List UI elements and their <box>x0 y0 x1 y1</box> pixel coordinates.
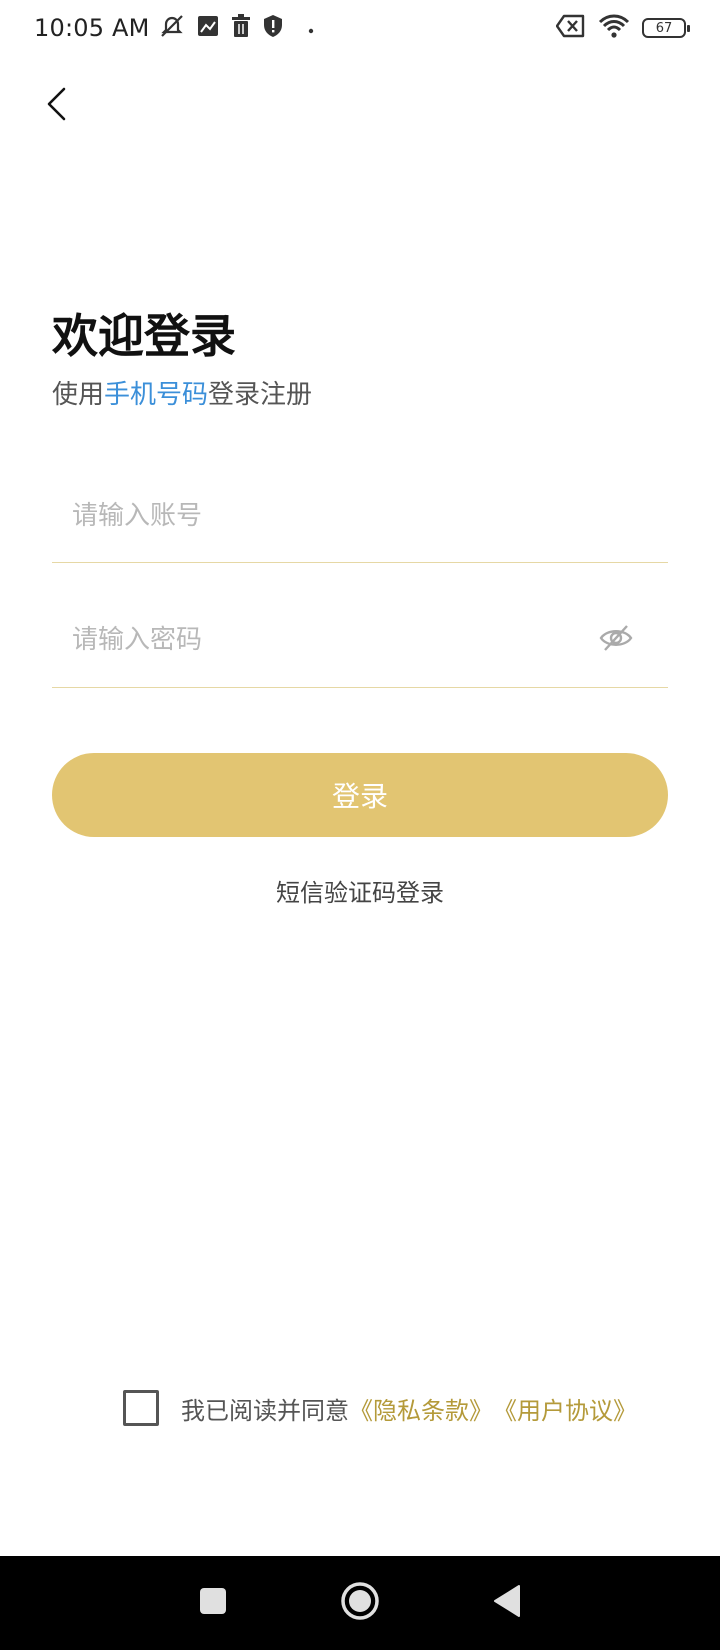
battery-icon: 67 <box>642 18 690 38</box>
subtitle-suffix: 登录注册 <box>208 380 313 410</box>
account-input[interactable] <box>52 470 668 562</box>
trash-icon <box>230 14 252 42</box>
password-visibility-toggle[interactable] <box>592 616 640 664</box>
home-circle-icon <box>339 1580 381 1626</box>
privacy-terms-link[interactable]: 《隐私条款》 <box>349 1391 493 1426</box>
agreement-text: 我已阅读并同意 <box>181 1396 349 1425</box>
recents-button[interactable] <box>183 1573 243 1633</box>
page-title: 欢迎登录 <box>52 309 236 363</box>
dot-icon <box>308 19 314 38</box>
page-subtitle: 使用手机号码登录注册 <box>52 374 312 411</box>
mute-icon <box>158 12 186 44</box>
back-nav-button[interactable] <box>477 1573 537 1633</box>
system-nav-bar <box>0 1556 720 1650</box>
agreement-row: 我已阅读并同意 《隐私条款》 《用户协议》 <box>123 1390 637 1426</box>
photo-icon <box>196 14 220 42</box>
eye-off-icon <box>599 623 633 657</box>
status-right-icons: 67 <box>555 13 690 43</box>
subtitle-prefix: 使用 <box>52 380 105 410</box>
status-time: 10:05 AM <box>34 14 150 42</box>
subtitle-accent: 手机号码 <box>104 380 209 410</box>
status-bar: 10:05 AM 67 <box>0 0 720 56</box>
battery-level: 67 <box>655 20 673 36</box>
triangle-back-icon <box>492 1584 522 1622</box>
square-icon <box>198 1586 228 1620</box>
login-button[interactable]: 登录 <box>52 753 668 837</box>
shield-icon <box>262 14 284 42</box>
wifi-icon <box>598 13 630 43</box>
chevron-left-icon <box>44 86 68 126</box>
status-left-icons <box>158 12 314 44</box>
password-field-row <box>52 592 668 688</box>
sms-login-link[interactable]: 短信验证码登录 <box>0 873 720 908</box>
password-input[interactable] <box>52 592 592 687</box>
user-agreement-link[interactable]: 《用户协议》 <box>493 1391 637 1426</box>
back-button[interactable] <box>36 82 76 130</box>
account-field-row <box>52 470 668 563</box>
sim-error-icon <box>555 14 586 42</box>
agreement-checkbox[interactable] <box>123 1390 159 1426</box>
home-button[interactable] <box>330 1573 390 1633</box>
